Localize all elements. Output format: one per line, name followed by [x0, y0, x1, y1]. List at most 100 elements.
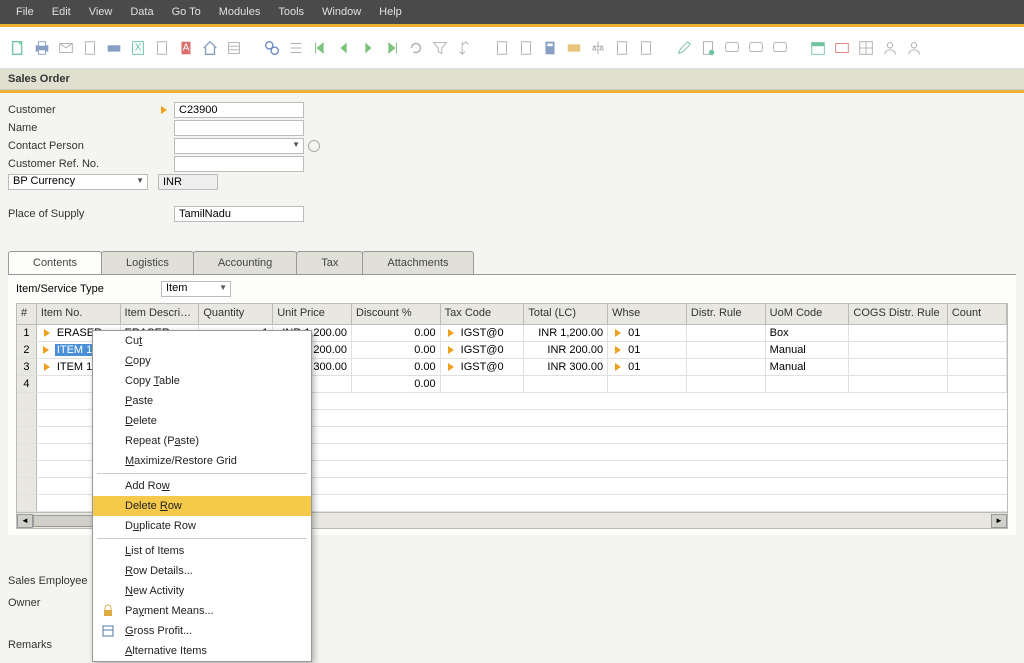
link-arrow-icon[interactable] [445, 360, 459, 374]
list2-icon[interactable] [286, 38, 306, 58]
context-item[interactable]: Gross Profit... [93, 621, 311, 641]
custref-input[interactable] [174, 156, 304, 172]
edit-icon[interactable] [674, 38, 694, 58]
col-desc[interactable]: Item Descripti... [121, 304, 200, 324]
chat2-icon[interactable] [746, 38, 766, 58]
context-item[interactable]: Maximize/Restore Grid [93, 451, 311, 471]
scroll-right-icon[interactable]: ► [991, 514, 1007, 528]
doc-icon[interactable] [80, 38, 100, 58]
cell-whse[interactable] [608, 376, 687, 392]
cell-disc[interactable]: 0.00 [352, 325, 441, 341]
context-item[interactable]: Cut [93, 331, 311, 351]
context-item[interactable]: Payment Means... [93, 601, 311, 621]
excel-icon[interactable]: X [128, 38, 148, 58]
cell-count[interactable] [948, 359, 1007, 375]
col-disc[interactable]: Discount % [352, 304, 441, 324]
cell-cogs[interactable] [849, 325, 947, 341]
filter-icon[interactable] [430, 38, 450, 58]
mail2-icon[interactable] [832, 38, 852, 58]
refresh-icon[interactable] [406, 38, 426, 58]
print2-icon[interactable] [104, 38, 124, 58]
context-item[interactable]: Repeat (Paste) [93, 431, 311, 451]
context-item[interactable]: Paste [93, 391, 311, 411]
user2-icon[interactable] [904, 38, 924, 58]
link-arrow-icon[interactable] [41, 343, 53, 357]
cell-total[interactable]: INR 1,200.00 [524, 325, 608, 341]
new-icon[interactable] [8, 38, 28, 58]
link-arrow-icon[interactable] [445, 326, 459, 340]
tab-contents[interactable]: Contents [8, 251, 102, 274]
col-price[interactable]: Unit Price [273, 304, 352, 324]
doc3-icon[interactable] [492, 38, 512, 58]
link-arrow-icon[interactable] [612, 360, 626, 374]
row-number[interactable]: 2 [17, 342, 37, 358]
first-icon[interactable] [310, 38, 330, 58]
tab-attachments[interactable]: Attachments [362, 251, 473, 274]
cell-tax[interactable]: IGST@0 [441, 342, 525, 358]
menu-goto[interactable]: Go To [164, 2, 209, 22]
cell-disc[interactable]: 0.00 [352, 376, 441, 392]
cell-uom[interactable] [766, 376, 850, 392]
next-icon[interactable] [358, 38, 378, 58]
context-item[interactable]: Duplicate Row [93, 516, 311, 536]
calc-icon[interactable] [540, 38, 560, 58]
contact-indicator-icon[interactable] [308, 140, 320, 152]
cell-disc[interactable]: 0.00 [352, 342, 441, 358]
home-icon[interactable] [200, 38, 220, 58]
cell-whse[interactable]: 01 [608, 325, 687, 341]
name-input[interactable] [174, 120, 304, 136]
menu-window[interactable]: Window [314, 2, 369, 22]
docadd-icon[interactable] [698, 38, 718, 58]
menu-data[interactable]: Data [122, 2, 161, 22]
doc6-icon[interactable] [636, 38, 656, 58]
cell-total[interactable] [524, 376, 608, 392]
cell-cogs[interactable] [849, 359, 947, 375]
context-item[interactable]: Add Row [93, 476, 311, 496]
list-icon[interactable] [224, 38, 244, 58]
link-arrow-icon[interactable] [612, 343, 626, 357]
chat-icon[interactable] [722, 38, 742, 58]
contact-dropdown[interactable] [174, 138, 304, 154]
prev-icon[interactable] [334, 38, 354, 58]
tab-accounting[interactable]: Accounting [193, 251, 297, 274]
user-icon[interactable] [880, 38, 900, 58]
col-count[interactable]: Count [948, 304, 1007, 324]
cell-whse[interactable]: 01 [608, 342, 687, 358]
context-item[interactable]: Copy [93, 351, 311, 371]
context-item[interactable]: Copy Table [93, 371, 311, 391]
context-item[interactable]: New Activity [93, 581, 311, 601]
link-arrow-icon[interactable] [445, 343, 459, 357]
cell-tax[interactable]: IGST@0 [441, 325, 525, 341]
tab-tax[interactable]: Tax [296, 251, 363, 274]
menu-edit[interactable]: Edit [44, 2, 79, 22]
cell-total[interactable]: INR 200.00 [524, 342, 608, 358]
link-arrow-icon[interactable] [612, 326, 626, 340]
cell-distr[interactable] [687, 359, 766, 375]
col-distr[interactable]: Distr. Rule [687, 304, 766, 324]
menu-tools[interactable]: Tools [270, 2, 312, 22]
cell-whse[interactable]: 01 [608, 359, 687, 375]
cell-distr[interactable] [687, 342, 766, 358]
col-tax[interactable]: Tax Code [441, 304, 525, 324]
bpcurrency-dropdown[interactable]: BP Currency [8, 174, 148, 190]
scroll-left-icon[interactable]: ◄ [17, 514, 33, 528]
cell-count[interactable] [948, 342, 1007, 358]
cell-uom[interactable]: Box [766, 325, 850, 341]
menu-help[interactable]: Help [371, 2, 410, 22]
col-total[interactable]: Total (LC) [524, 304, 608, 324]
tab-logistics[interactable]: Logistics [101, 251, 194, 274]
cell-distr[interactable] [687, 325, 766, 341]
link-arrow-icon[interactable] [41, 360, 55, 374]
context-item[interactable]: Alternative Items [93, 641, 311, 661]
doc4-icon[interactable] [516, 38, 536, 58]
menu-modules[interactable]: Modules [211, 2, 269, 22]
context-item[interactable]: List of Items [93, 541, 311, 561]
col-uom[interactable]: UoM Code [766, 304, 850, 324]
find-icon[interactable] [262, 38, 282, 58]
cell-uom[interactable]: Manual [766, 342, 850, 358]
scale-icon[interactable] [588, 38, 608, 58]
col-qty[interactable]: Quantity [199, 304, 273, 324]
itemservice-dropdown[interactable]: Item [161, 281, 231, 297]
cell-tax[interactable]: IGST@0 [441, 359, 525, 375]
pos-input[interactable] [174, 206, 304, 222]
